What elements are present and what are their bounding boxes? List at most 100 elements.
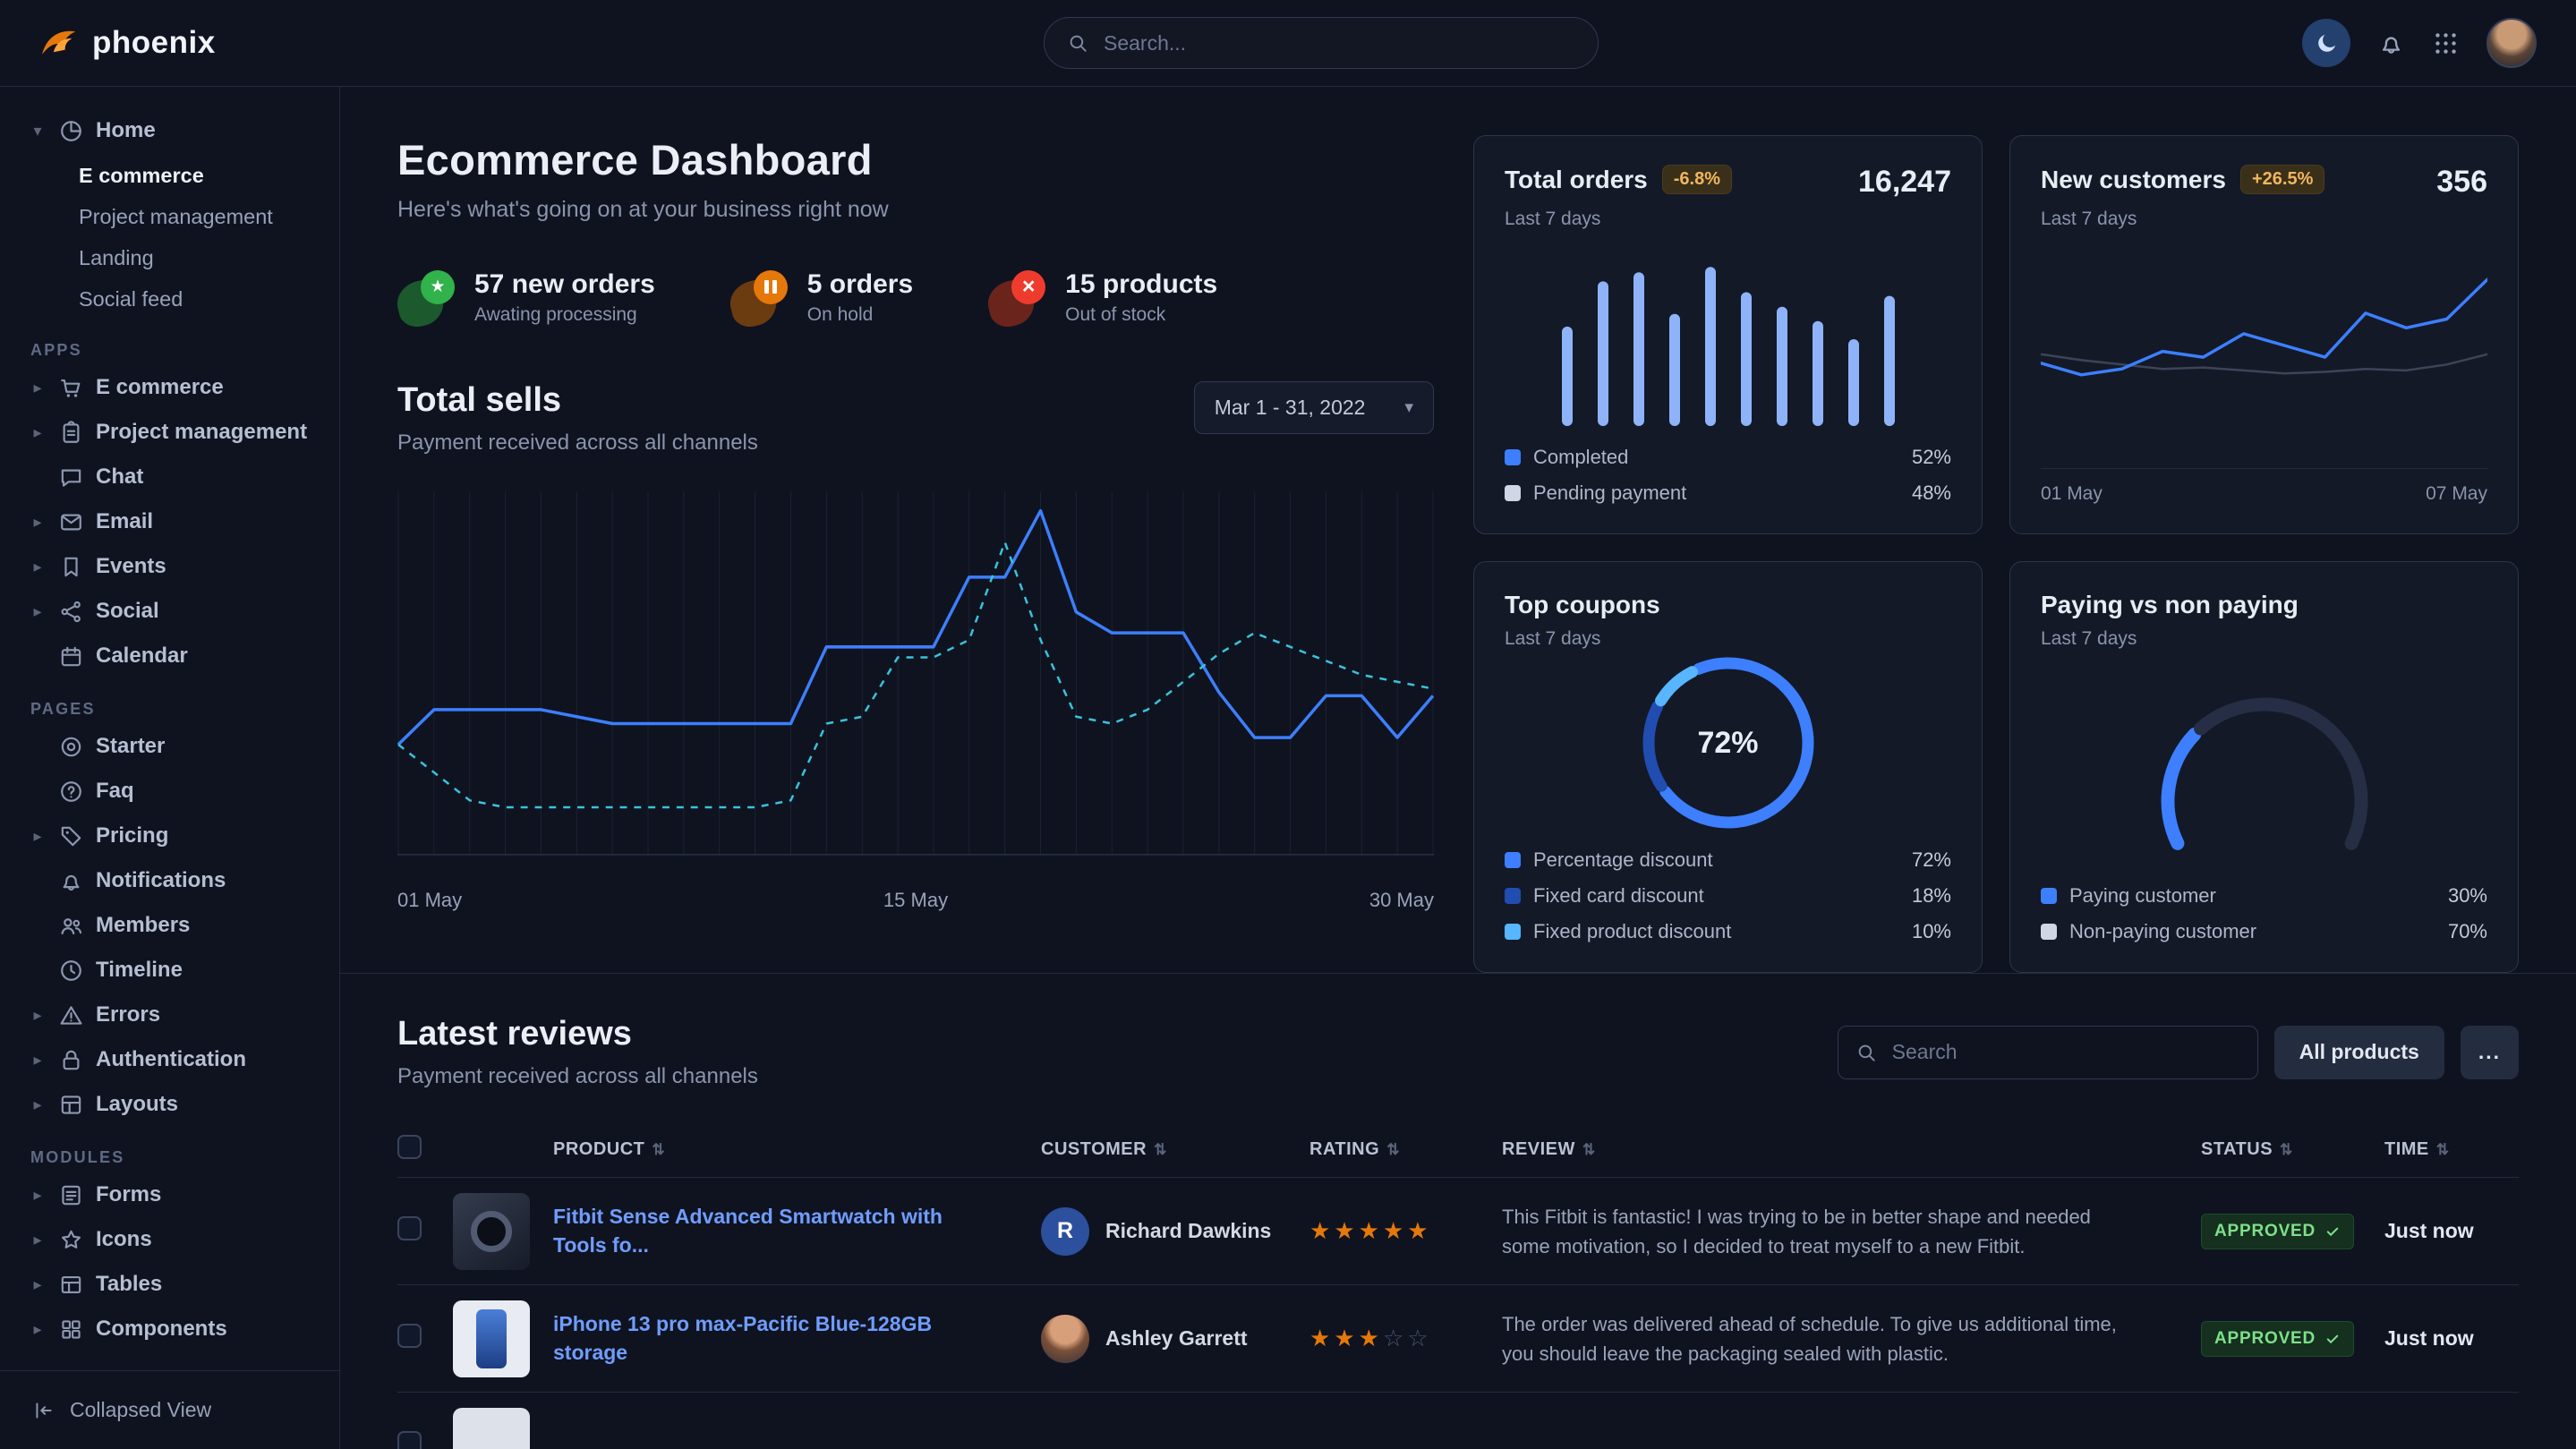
reviews-search-input[interactable]	[1890, 1039, 2241, 1065]
sidebar-item-forms[interactable]: ▸Forms	[20, 1172, 320, 1217]
sidebar-item-project-management[interactable]: Project management	[20, 196, 320, 237]
legend-swatch	[1505, 852, 1521, 868]
legend-label: Fixed card discount	[1533, 884, 1704, 908]
total-orders-card: Total orders -6.8% 16,247 Last 7 days Co…	[1473, 135, 1983, 534]
date-range-select[interactable]: Mar 1 - 31, 2022 ▾	[1194, 381, 1434, 434]
caret-right-icon: ▸	[29, 513, 47, 532]
sidebar-item-notifications[interactable]: Notifications	[20, 858, 320, 903]
sidebar-item-label: Home	[96, 118, 156, 143]
sidebar-item-label: Errors	[96, 1002, 160, 1027]
reviews-search[interactable]	[1838, 1026, 2258, 1079]
column-header-time[interactable]: TIME⇅	[2384, 1139, 2519, 1160]
pause-icon	[730, 270, 788, 326]
select-all-checkbox[interactable]	[397, 1135, 422, 1159]
legend-swatch	[1505, 888, 1521, 904]
paying-gauge-chart	[2121, 667, 2408, 855]
sidebar-item-social[interactable]: ▸Social	[20, 589, 320, 634]
all-products-button[interactable]: All products	[2274, 1026, 2444, 1079]
sidebar-item-label: Starter	[96, 734, 165, 759]
warning-icon	[58, 1002, 84, 1028]
sidebar-item-social-feed[interactable]: Social feed	[20, 278, 320, 320]
collapsed-view-toggle[interactable]: Collapsed View	[0, 1370, 339, 1449]
users-icon	[58, 913, 84, 939]
chart-legend: Percentage discount 72% Fixed card disco…	[1505, 836, 1951, 943]
stat-value: 15 products	[1065, 269, 1217, 300]
caret-right-icon: ▸	[29, 1320, 47, 1339]
sidebar-item-label: Timeline	[96, 958, 183, 983]
sidebar-item-authentication[interactable]: ▸Authentication	[20, 1037, 320, 1082]
sidebar-item-events[interactable]: ▸Events	[20, 544, 320, 589]
column-header-product[interactable]: PRODUCT⇅	[553, 1139, 1041, 1160]
sidebar-item-label: Events	[96, 554, 166, 579]
search-icon	[1855, 1041, 1878, 1064]
column-header-customer[interactable]: CUSTOMER⇅	[1041, 1139, 1309, 1160]
apps-menu-button[interactable]	[2432, 30, 2460, 57]
rating-stars: ★★★★★	[1309, 1217, 1502, 1245]
sidebar-item-landing[interactable]: Landing	[20, 237, 320, 278]
row-checkbox[interactable]	[397, 1324, 422, 1348]
legend-swatch	[1505, 485, 1521, 501]
product-link[interactable]: Fitbit Sense Advanced Smartwatch with To…	[553, 1203, 1041, 1258]
sidebar-item-label: Notifications	[96, 868, 226, 893]
notifications-button[interactable]	[2377, 30, 2405, 57]
sidebar-item-pricing[interactable]: ▸Pricing	[20, 814, 320, 858]
collapsed-view-label: Collapsed View	[70, 1398, 211, 1422]
sidebar-item-label: Calendar	[96, 644, 188, 669]
sidebar-item-chat[interactable]: Chat	[20, 455, 320, 499]
sidebar-item-timeline[interactable]: Timeline	[20, 948, 320, 993]
sidebar-item-tables[interactable]: ▸Tables	[20, 1262, 320, 1307]
sidebar-item-home[interactable]: ▾ Home	[20, 108, 320, 153]
column-header-review[interactable]: REVIEW⇅	[1502, 1139, 2201, 1160]
user-avatar[interactable]	[2486, 18, 2537, 68]
sidebar-section-title: PAGES	[30, 700, 320, 719]
row-checkbox[interactable]	[397, 1431, 422, 1449]
lock-icon	[58, 1047, 84, 1073]
latest-reviews-subtitle: Payment received across all channels	[397, 1064, 758, 1089]
brand-name: phoenix	[92, 25, 216, 61]
caret-right-icon: ▸	[29, 827, 47, 846]
sidebar-item-e-commerce[interactable]: ▸E commerce	[20, 365, 320, 410]
card-period: Last 7 days	[1505, 209, 1951, 230]
bell-icon	[2377, 30, 2405, 57]
home-submenu: E commerce Project management Landing So…	[20, 155, 320, 320]
product-image	[453, 1300, 530, 1377]
new-customers-value: 356	[2436, 165, 2487, 200]
product-link[interactable]: iPhone 13 pro max-Pacific Blue-128GB sto…	[553, 1310, 1041, 1366]
column-header-rating[interactable]: RATING⇅	[1309, 1139, 1502, 1160]
sidebar-item-starter[interactable]: Starter	[20, 724, 320, 769]
global-search-input[interactable]	[1102, 30, 1576, 56]
sidebar-item-email[interactable]: ▸Email	[20, 499, 320, 544]
sidebar-item-calendar[interactable]: Calendar	[20, 634, 320, 678]
sidebar-item-e-commerce[interactable]: E commerce	[20, 155, 320, 196]
sidebar-item-errors[interactable]: ▸Errors	[20, 993, 320, 1037]
sidebar-item-label: Project management	[96, 420, 307, 445]
star-icon	[58, 1227, 84, 1253]
sidebar-item-project-management[interactable]: ▸ Project management	[20, 410, 320, 455]
caret-right-icon: ▸	[29, 423, 47, 442]
theme-toggle-button[interactable]	[2302, 19, 2350, 67]
caret-right-icon: ▸	[29, 1275, 47, 1294]
sort-icon: ⇅	[652, 1141, 665, 1158]
brand[interactable]: phoenix	[0, 22, 340, 64]
caret-right-icon: ▸	[29, 1051, 47, 1070]
sidebar-item-layouts[interactable]: ▸Layouts	[20, 1082, 320, 1127]
donut-center-value: 72%	[1630, 644, 1827, 841]
stat-out-of-stock: × 15 products Out of stock	[988, 269, 1217, 326]
sidebar-item-icons[interactable]: ▸Icons	[20, 1217, 320, 1262]
row-checkbox[interactable]	[397, 1216, 422, 1240]
sidebar-item-label: Layouts	[96, 1092, 178, 1117]
global-search[interactable]	[1044, 17, 1599, 69]
chat-icon	[58, 465, 84, 490]
sidebar-item-components[interactable]: ▸Components	[20, 1307, 320, 1351]
change-badge: -6.8%	[1662, 165, 1732, 194]
sidebar-item-members[interactable]: Members	[20, 903, 320, 948]
legend-swatch	[2041, 888, 2057, 904]
column-header-status[interactable]: STATUS⇅	[2201, 1139, 2384, 1160]
sidebar-item-faq[interactable]: Faq	[20, 769, 320, 814]
sort-icon: ⇅	[1386, 1141, 1400, 1158]
more-options-button[interactable]: ...	[2461, 1026, 2519, 1079]
stat-value: 5 orders	[807, 269, 913, 300]
quick-stats: ★ 57 new orders Awating processing 5 ord…	[397, 269, 1434, 326]
caret-right-icon: ▸	[29, 1186, 47, 1205]
legend-item: Non-paying customer 70%	[2041, 920, 2487, 943]
